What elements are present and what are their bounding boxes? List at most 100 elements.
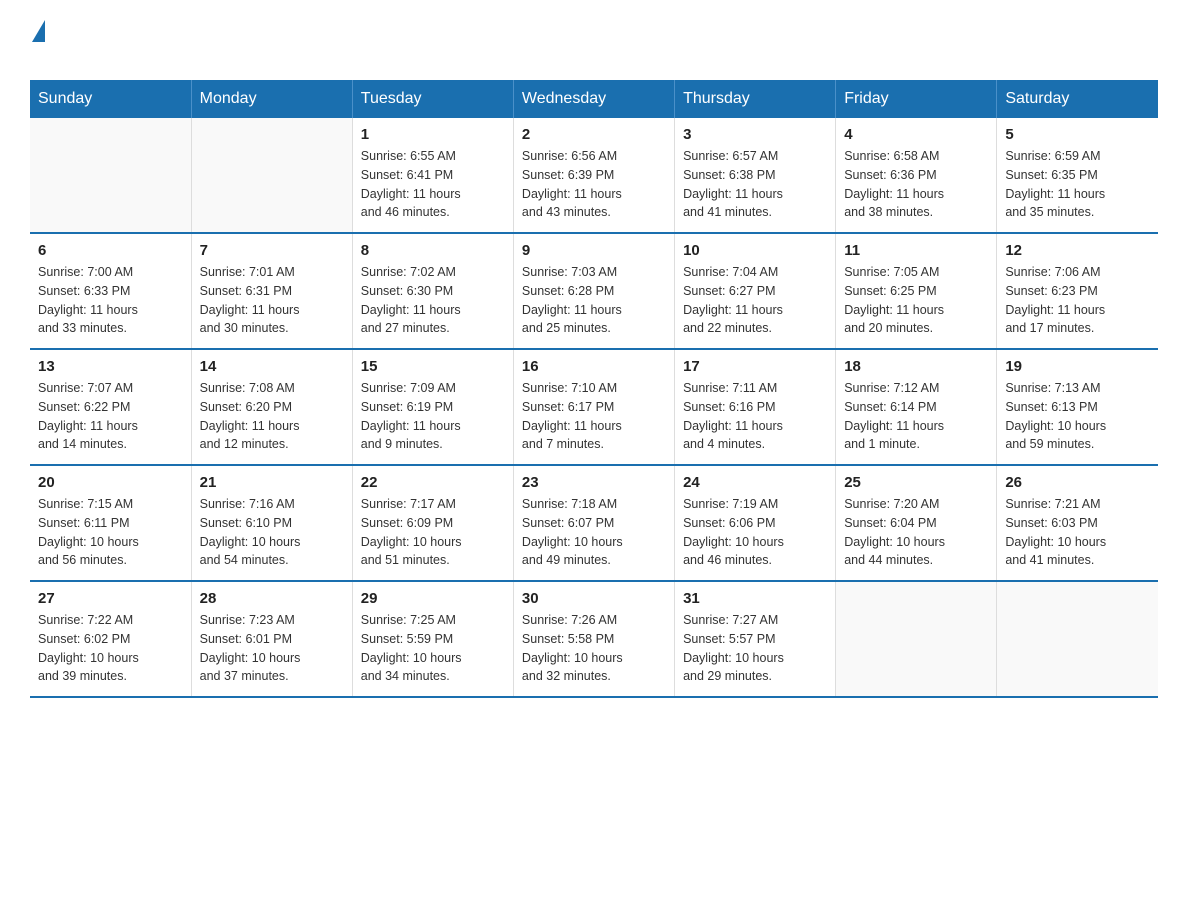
- day-info: Sunrise: 7:21 AM Sunset: 6:03 PM Dayligh…: [1005, 495, 1150, 570]
- day-number: 25: [844, 474, 988, 491]
- calendar-cell: 21 Sunrise: 7:16 AM Sunset: 6:10 PM Dayli…: [191, 465, 352, 581]
- column-header-thursday: Thursday: [675, 80, 836, 118]
- day-info: Sunrise: 7:06 AM Sunset: 6:23 PM Dayligh…: [1005, 263, 1150, 338]
- logo: [30, 20, 45, 70]
- calendar-cell: 26Sunrise: 7:21 AM Sunset: 6:03 PM Dayli…: [997, 465, 1158, 581]
- day-number: 31: [683, 590, 827, 607]
- calendar-header-row: SundayMondayTuesdayWednesdayThursdayFrid…: [30, 80, 1158, 118]
- day-number: 19: [1005, 358, 1150, 375]
- calendar-cell: 29 Sunrise: 7:25 AM Sunset: 5:59 PM Dayli…: [352, 581, 513, 697]
- column-header-monday: Monday: [191, 80, 352, 118]
- day-number: 9: [522, 242, 666, 259]
- calendar-cell: 2 Sunrise: 6:56 AM Sunset: 6:39 PM Daylig…: [513, 118, 674, 233]
- day-info: Sunrise: 7:05 AM Sunset: 6:25 PM Dayligh…: [844, 263, 988, 338]
- calendar-table: SundayMondayTuesdayWednesdayThursdayFrid…: [30, 80, 1158, 698]
- day-number: 20: [38, 474, 183, 491]
- day-info: Sunrise: 7:10 AM Sunset: 6:17 PM Dayligh…: [522, 379, 666, 454]
- day-info: Sunrise: 7:20 AM Sunset: 6:04 PM Dayligh…: [844, 495, 988, 570]
- calendar-cell: 22 Sunrise: 7:17 AM Sunset: 6:09 PM Dayli…: [352, 465, 513, 581]
- day-number: 16: [522, 358, 666, 375]
- calendar-cell: 1 Sunrise: 6:55 AM Sunset: 6:41 PM Daylig…: [352, 118, 513, 233]
- day-number: 11: [844, 242, 988, 259]
- calendar-cell: [997, 581, 1158, 697]
- calendar-cell: 14 Sunrise: 7:08 AM Sunset: 6:20 PM Dayli…: [191, 349, 352, 465]
- logo-triangle-icon: [32, 20, 45, 42]
- calendar-cell: [30, 118, 191, 233]
- day-number: 18: [844, 358, 988, 375]
- column-header-sunday: Sunday: [30, 80, 191, 118]
- day-info: Sunrise: 7:25 AM Sunset: 5:59 PM Dayligh…: [361, 611, 505, 686]
- day-info: Sunrise: 6:57 AM Sunset: 6:38 PM Dayligh…: [683, 147, 827, 222]
- day-number: 5: [1005, 126, 1150, 143]
- calendar-cell: 15 Sunrise: 7:09 AM Sunset: 6:19 PM Dayli…: [352, 349, 513, 465]
- day-number: 6: [38, 242, 183, 259]
- day-number: 7: [200, 242, 344, 259]
- column-header-saturday: Saturday: [997, 80, 1158, 118]
- column-header-friday: Friday: [836, 80, 997, 118]
- calendar-cell: 27Sunrise: 7:22 AM Sunset: 6:02 PM Dayli…: [30, 581, 191, 697]
- calendar-cell: 30Sunrise: 7:26 AM Sunset: 5:58 PM Dayli…: [513, 581, 674, 697]
- day-info: Sunrise: 6:59 AM Sunset: 6:35 PM Dayligh…: [1005, 147, 1150, 222]
- day-info: Sunrise: 7:23 AM Sunset: 6:01 PM Dayligh…: [200, 611, 344, 686]
- day-info: Sunrise: 7:11 AM Sunset: 6:16 PM Dayligh…: [683, 379, 827, 454]
- calendar-cell: 18 Sunrise: 7:12 AM Sunset: 6:14 PM Dayli…: [836, 349, 997, 465]
- day-number: 13: [38, 358, 183, 375]
- calendar-week-row: 20 Sunrise: 7:15 AM Sunset: 6:11 PM Dayli…: [30, 465, 1158, 581]
- day-number: 10: [683, 242, 827, 259]
- day-info: Sunrise: 7:22 AM Sunset: 6:02 PM Dayligh…: [38, 611, 183, 686]
- day-info: Sunrise: 7:08 AM Sunset: 6:20 PM Dayligh…: [200, 379, 344, 454]
- day-number: 3: [683, 126, 827, 143]
- calendar-cell: 13 Sunrise: 7:07 AM Sunset: 6:22 PM Dayli…: [30, 349, 191, 465]
- calendar-week-row: 27Sunrise: 7:22 AM Sunset: 6:02 PM Dayli…: [30, 581, 1158, 697]
- calendar-week-row: 13 Sunrise: 7:07 AM Sunset: 6:22 PM Dayli…: [30, 349, 1158, 465]
- day-info: Sunrise: 7:27 AM Sunset: 5:57 PM Dayligh…: [683, 611, 827, 686]
- day-number: 2: [522, 126, 666, 143]
- calendar-cell: [836, 581, 997, 697]
- day-info: Sunrise: 7:15 AM Sunset: 6:11 PM Dayligh…: [38, 495, 183, 570]
- day-number: 12: [1005, 242, 1150, 259]
- day-info: Sunrise: 7:12 AM Sunset: 6:14 PM Dayligh…: [844, 379, 988, 454]
- calendar-cell: 16 Sunrise: 7:10 AM Sunset: 6:17 PM Dayli…: [513, 349, 674, 465]
- day-info: Sunrise: 6:55 AM Sunset: 6:41 PM Dayligh…: [361, 147, 505, 222]
- calendar-cell: 31 Sunrise: 7:27 AM Sunset: 5:57 PM Dayli…: [675, 581, 836, 697]
- page-header: [30, 20, 1158, 70]
- day-number: 8: [361, 242, 505, 259]
- day-info: Sunrise: 7:26 AM Sunset: 5:58 PM Dayligh…: [522, 611, 666, 686]
- column-header-tuesday: Tuesday: [352, 80, 513, 118]
- day-number: 17: [683, 358, 827, 375]
- calendar-cell: 8Sunrise: 7:02 AM Sunset: 6:30 PM Daylig…: [352, 233, 513, 349]
- day-number: 21: [200, 474, 344, 491]
- calendar-cell: 3 Sunrise: 6:57 AM Sunset: 6:38 PM Daylig…: [675, 118, 836, 233]
- day-number: 14: [200, 358, 344, 375]
- day-info: Sunrise: 7:03 AM Sunset: 6:28 PM Dayligh…: [522, 263, 666, 338]
- day-info: Sunrise: 7:16 AM Sunset: 6:10 PM Dayligh…: [200, 495, 344, 570]
- calendar-cell: 4Sunrise: 6:58 AM Sunset: 6:36 PM Daylig…: [836, 118, 997, 233]
- day-number: 24: [683, 474, 827, 491]
- day-info: Sunrise: 6:56 AM Sunset: 6:39 PM Dayligh…: [522, 147, 666, 222]
- day-number: 22: [361, 474, 505, 491]
- calendar-cell: 25 Sunrise: 7:20 AM Sunset: 6:04 PM Dayli…: [836, 465, 997, 581]
- calendar-cell: 17 Sunrise: 7:11 AM Sunset: 6:16 PM Dayli…: [675, 349, 836, 465]
- day-info: Sunrise: 6:58 AM Sunset: 6:36 PM Dayligh…: [844, 147, 988, 222]
- calendar-cell: 23Sunrise: 7:18 AM Sunset: 6:07 PM Dayli…: [513, 465, 674, 581]
- day-info: Sunrise: 7:17 AM Sunset: 6:09 PM Dayligh…: [361, 495, 505, 570]
- day-info: Sunrise: 7:18 AM Sunset: 6:07 PM Dayligh…: [522, 495, 666, 570]
- calendar-week-row: 1 Sunrise: 6:55 AM Sunset: 6:41 PM Daylig…: [30, 118, 1158, 233]
- day-info: Sunrise: 7:04 AM Sunset: 6:27 PM Dayligh…: [683, 263, 827, 338]
- calendar-cell: 20 Sunrise: 7:15 AM Sunset: 6:11 PM Dayli…: [30, 465, 191, 581]
- day-info: Sunrise: 7:01 AM Sunset: 6:31 PM Dayligh…: [200, 263, 344, 338]
- column-header-wednesday: Wednesday: [513, 80, 674, 118]
- day-info: Sunrise: 7:07 AM Sunset: 6:22 PM Dayligh…: [38, 379, 183, 454]
- day-number: 29: [361, 590, 505, 607]
- calendar-cell: 28Sunrise: 7:23 AM Sunset: 6:01 PM Dayli…: [191, 581, 352, 697]
- day-info: Sunrise: 7:19 AM Sunset: 6:06 PM Dayligh…: [683, 495, 827, 570]
- day-number: 15: [361, 358, 505, 375]
- day-info: Sunrise: 7:09 AM Sunset: 6:19 PM Dayligh…: [361, 379, 505, 454]
- calendar-cell: 24 Sunrise: 7:19 AM Sunset: 6:06 PM Dayli…: [675, 465, 836, 581]
- day-number: 1: [361, 126, 505, 143]
- calendar-cell: 9 Sunrise: 7:03 AM Sunset: 6:28 PM Daylig…: [513, 233, 674, 349]
- calendar-cell: 10 Sunrise: 7:04 AM Sunset: 6:27 PM Dayli…: [675, 233, 836, 349]
- calendar-cell: [191, 118, 352, 233]
- day-info: Sunrise: 7:00 AM Sunset: 6:33 PM Dayligh…: [38, 263, 183, 338]
- calendar-cell: 12 Sunrise: 7:06 AM Sunset: 6:23 PM Dayli…: [997, 233, 1158, 349]
